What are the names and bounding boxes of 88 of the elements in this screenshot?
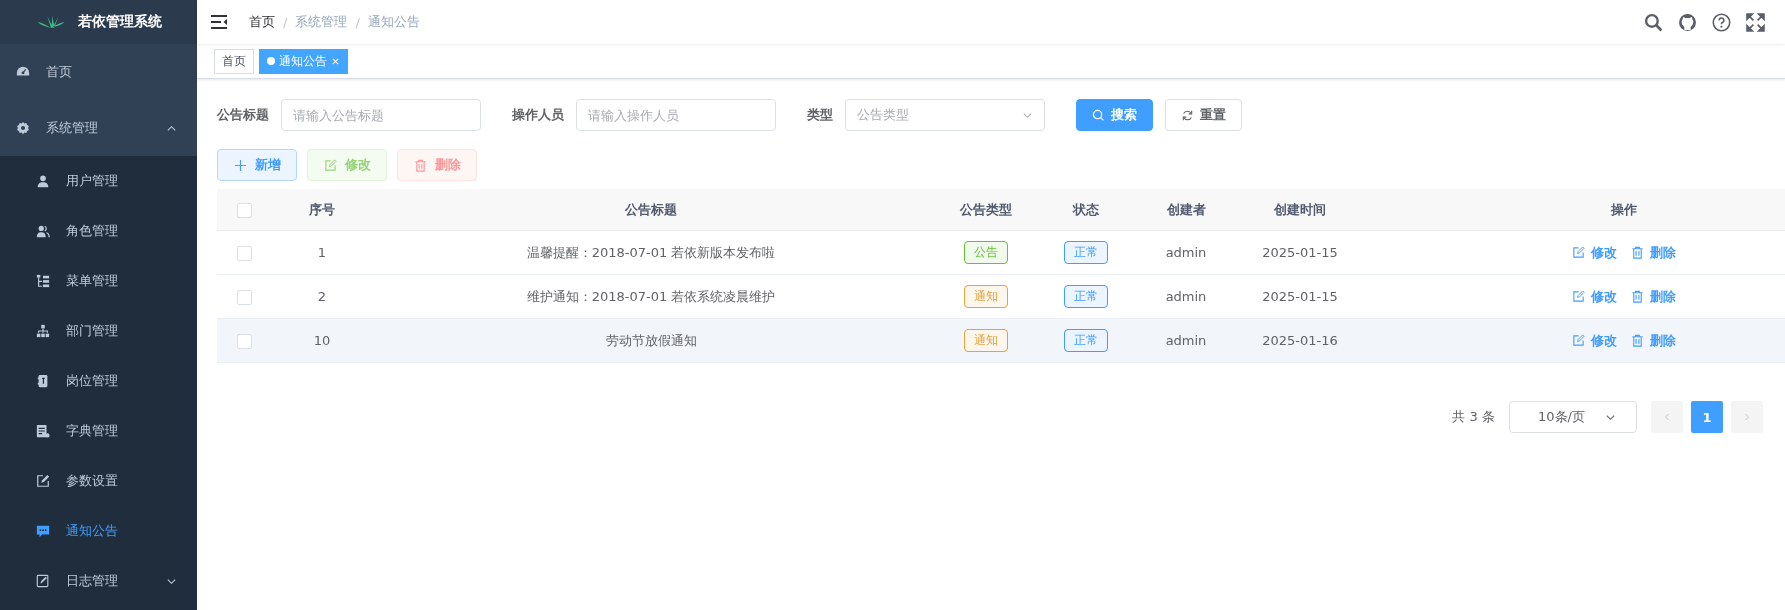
table-cell: 劳动节放假通知 — [605, 332, 697, 348]
column-header: 公告标题 — [625, 201, 677, 217]
trash-icon — [1631, 246, 1644, 259]
status-tag: 正常 — [1064, 241, 1108, 264]
table-cell: 2 — [317, 289, 327, 304]
row-checkbox[interactable] — [237, 333, 252, 349]
edit-icon — [1572, 246, 1585, 259]
tree-list-icon — [36, 274, 50, 288]
refresh-icon — [1181, 108, 1194, 122]
status-tag: 正常 — [1064, 329, 1108, 352]
status-tag: 正常 — [1064, 285, 1108, 308]
document-icon — [36, 424, 50, 438]
column-header: 创建时间 — [1274, 201, 1326, 217]
trash-icon — [1631, 290, 1644, 303]
field-label: 操作人员 — [512, 106, 564, 124]
table-cell: 10 — [313, 333, 331, 348]
org-chart-icon — [36, 324, 50, 338]
search-icon[interactable] — [1644, 12, 1663, 32]
table-cell: 温馨提醒：2018-07-01 若依新版本发布啦 — [526, 244, 776, 260]
chevron-right-icon — [1742, 412, 1752, 422]
edit-icon — [36, 474, 50, 488]
page-tab[interactable]: 首页 — [214, 48, 254, 74]
search-icon — [1092, 108, 1105, 122]
table-cell: admin — [1165, 333, 1207, 348]
table-row[interactable]: 1 温馨提醒：2018-07-01 若依新版本发布啦 公告 正常 admin 2025-01-15 修改 删除 — [217, 230, 1785, 275]
reset-button[interactable]: 重置 — [1165, 99, 1242, 131]
table-cell: 1 — [317, 245, 327, 260]
column-header: 序号 — [309, 201, 335, 217]
table-cell: 2025-01-15 — [1262, 245, 1338, 260]
edit-icon — [1572, 334, 1585, 347]
total-count: 共 3 条 — [1452, 408, 1495, 426]
help-icon[interactable] — [1712, 12, 1731, 32]
chat-icon — [36, 524, 50, 538]
submenu-item[interactable]: 通知公告 — [0, 506, 197, 556]
submenu-item[interactable]: 部门管理 — [0, 306, 197, 356]
select-all-checkbox[interactable] — [237, 202, 252, 218]
table-cell: 2025-01-15 — [1262, 289, 1338, 304]
fullscreen-icon[interactable] — [1746, 12, 1765, 32]
type-tag: 公告 — [964, 241, 1008, 264]
users-icon — [36, 224, 50, 238]
plus-icon — [233, 158, 247, 172]
submenu-item[interactable]: 角色管理 — [0, 206, 197, 256]
column-header: 公告类型 — [960, 201, 1012, 217]
github-icon[interactable] — [1678, 12, 1697, 32]
submenu-item[interactable]: 参数设置 — [0, 456, 197, 506]
submenu-item[interactable]: 用户管理 — [0, 156, 197, 206]
submenu-item[interactable]: 日志管理 — [0, 556, 197, 606]
chevron-left-icon — [1662, 412, 1672, 422]
app-title: 若依管理系统 — [77, 13, 162, 31]
field-label: 公告标题 — [217, 106, 269, 124]
dashboard-icon — [16, 65, 30, 79]
menu-fold-icon[interactable] — [211, 15, 227, 29]
text-field[interactable]: 请输入公告标题 — [281, 99, 481, 131]
submenu-item[interactable]: 菜单管理 — [0, 256, 197, 306]
text-field[interactable]: 请输入操作人员 — [576, 99, 776, 131]
breadcrumb-separator: / — [355, 14, 360, 30]
field-label: 类型 — [807, 106, 833, 124]
gear-icon — [16, 121, 30, 135]
leaf-logo-icon — [35, 14, 66, 30]
row-checkbox[interactable] — [237, 289, 252, 305]
column-header: 状态 — [1073, 201, 1099, 217]
user-icon — [36, 174, 50, 188]
menu-item[interactable]: 首页 — [0, 44, 197, 100]
close-icon[interactable] — [331, 56, 340, 66]
table-row[interactable]: 10 劳动节放假通知 通知 正常 admin 2025-01-16 修改 删除 — [217, 318, 1785, 363]
table-cell: 维护通知：2018-07-01 若依系统凌晨维护 — [526, 288, 776, 304]
menu-item[interactable]: 系统管理 — [0, 100, 197, 156]
row-checkbox[interactable] — [237, 245, 252, 261]
table-cell: admin — [1165, 245, 1207, 260]
column-header: 创建者 — [1166, 201, 1206, 217]
breadcrumb-separator: / — [283, 14, 288, 30]
edit-note-icon — [36, 574, 50, 588]
column-header: 操作 — [1611, 201, 1637, 217]
active-dot-icon — [267, 57, 275, 65]
table-row[interactable]: 2 维护通知：2018-07-01 若依系统凌晨维护 通知 正常 admin 2025-01-15 修改 删除 — [217, 274, 1785, 319]
trash-icon — [413, 158, 427, 172]
submenu-item[interactable]: 岗位管理 — [0, 356, 197, 406]
table-cell: 2025-01-16 — [1262, 333, 1338, 348]
badge-icon — [36, 374, 50, 388]
edit-icon — [323, 158, 337, 172]
type-tag: 通知 — [964, 285, 1008, 308]
submenu-item[interactable]: 字典管理 — [0, 406, 197, 456]
table-cell: admin — [1165, 289, 1207, 304]
edit-icon — [1572, 290, 1585, 303]
page-size-select[interactable]: 10条/页 — [1509, 401, 1637, 433]
breadcrumb-link[interactable]: 首页 — [249, 13, 275, 31]
type-tag: 通知 — [964, 329, 1008, 352]
trash-icon — [1631, 334, 1644, 347]
